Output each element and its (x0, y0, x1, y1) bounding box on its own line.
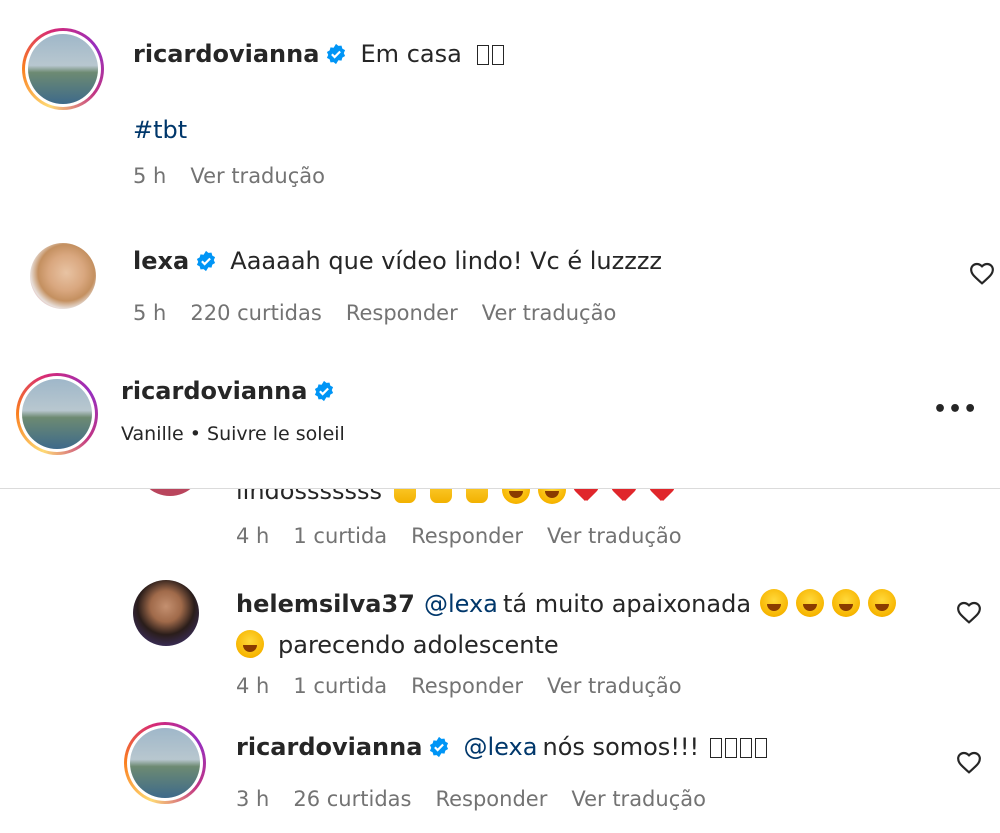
reply-username[interactable]: helemsilva37 (236, 590, 415, 618)
post-caption-text: Em casa (360, 40, 462, 68)
header-avatar[interactable] (16, 373, 98, 455)
post-meta: 5 h Ver tradução (133, 164, 349, 188)
comment-username[interactable]: lexa (133, 247, 189, 275)
ricardovianna-reply-avatar[interactable] (124, 722, 206, 804)
reply-text: nós somos!!! (542, 733, 700, 761)
heart-outline-icon[interactable] (956, 750, 982, 774)
reply-time: 3 h (236, 787, 270, 811)
reply-text-line1: tá muito apaixonada (502, 590, 752, 618)
post-hashtag[interactable]: #tbt (133, 116, 187, 144)
post-author-username[interactable]: ricardovianna (133, 40, 319, 68)
post-translate-link[interactable]: Ver tradução (190, 164, 325, 188)
comment-likes-link[interactable]: 220 curtidas (190, 301, 321, 325)
ricardovianna-reply-meta: 3 h 26 curtidas Responder Ver tradução (236, 787, 730, 811)
lexa-avatar[interactable] (30, 243, 96, 309)
reply-mention[interactable]: @lexa (464, 733, 538, 761)
reply-time: 4 h (236, 524, 270, 548)
verified-badge-icon (197, 250, 216, 272)
post-header-bar: ricardovianna Vanille • Suivre le soleil… (0, 355, 1000, 489)
reply-likes-link[interactable]: 26 curtidas (293, 787, 411, 811)
comment-text: Aaaaah que vídeo lindo! Vc é luzzzz (230, 247, 663, 275)
comment-time: 5 h (133, 301, 167, 325)
helemsilva37-avatar[interactable] (133, 580, 199, 646)
reply-emoji-boxes (710, 738, 770, 759)
reply-translate-link[interactable]: Ver tradução (547, 674, 682, 698)
reply-likes-link[interactable]: 1 curtida (293, 524, 387, 548)
reply-mention[interactable]: @lexa (424, 590, 498, 618)
reply-reply-button[interactable]: Responder (435, 787, 547, 811)
scrolled-reply-meta: 4 h 1 curtida Responder Ver tradução (236, 524, 706, 548)
helemsilva37-meta: 4 h 1 curtida Responder Ver tradução (236, 674, 706, 698)
reply-likes-link[interactable]: 1 curtida (293, 674, 387, 698)
post-author-avatar[interactable] (22, 28, 104, 110)
post-caption-line: ricardovianna Em casa (133, 40, 507, 68)
verified-badge-icon (430, 736, 449, 758)
reply-username[interactable]: ricardovianna (236, 733, 422, 761)
lexa-comment-meta: 5 h 220 curtidas Responder Ver tradução (133, 301, 640, 325)
reply-reply-button[interactable]: Responder (411, 674, 523, 698)
header-username-line: ricardovianna (121, 377, 335, 405)
ricardovianna-reply-line: ricardovianna @lexa nós somos!!! (236, 733, 770, 761)
reply-time: 4 h (236, 674, 270, 698)
heart-outline-icon[interactable] (956, 600, 982, 624)
more-options-icon[interactable]: ••• (933, 397, 978, 422)
verified-badge-icon (315, 380, 334, 402)
post-time: 5 h (133, 164, 167, 188)
header-username[interactable]: ricardovianna (121, 377, 307, 405)
comment-reply-button[interactable]: Responder (346, 301, 458, 325)
lexa-comment-line: lexa Aaaaah que vídeo lindo! Vc é luzzzz (133, 247, 662, 275)
caption-emoji-boxes (476, 45, 507, 66)
helemsilva37-comment: helemsilva37 @lexa tá muito apaixonada p… (236, 585, 926, 667)
reply-translate-link[interactable]: Ver tradução (571, 787, 706, 811)
reply-reply-button[interactable]: Responder (411, 524, 523, 548)
comment-translate-link[interactable]: Ver tradução (482, 301, 617, 325)
header-audio-link[interactable]: Vanille • Suivre le soleil (121, 423, 345, 445)
verified-badge-icon (327, 43, 346, 65)
reply-translate-link[interactable]: Ver tradução (547, 524, 682, 548)
heart-outline-icon[interactable] (969, 261, 995, 285)
reply-text-line2: parecendo adolescente (278, 631, 559, 659)
